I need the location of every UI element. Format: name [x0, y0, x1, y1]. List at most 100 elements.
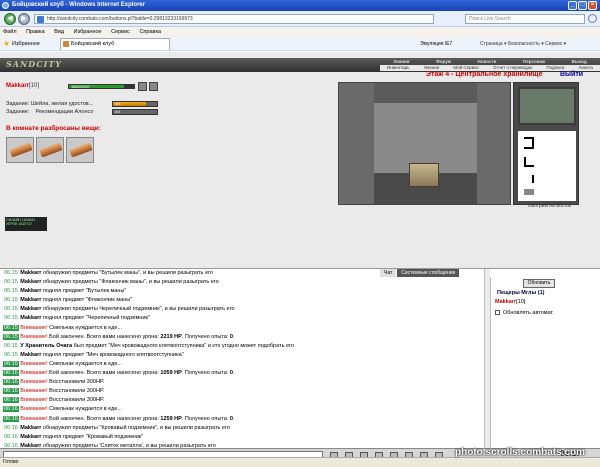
chat-time[interactable]: 06:15	[3, 343, 19, 349]
chat-line: 06:15 У Хранитель Очага был предмет "Меч…	[3, 342, 294, 349]
helmet-icon[interactable]	[149, 82, 158, 91]
chat-time[interactable]: 06:15	[3, 315, 19, 321]
chat-time[interactable]: 06:16	[3, 415, 19, 422]
chat-time[interactable]: 06:16	[3, 379, 19, 386]
chat-line: 06:16 Внимание! Смельчак нуждается в еде…	[3, 406, 122, 413]
chat-time[interactable]: 06:15	[3, 288, 19, 294]
menu-file[interactable]: Файл	[3, 29, 17, 35]
refresh-button[interactable]: Обновить	[523, 279, 555, 288]
chat-author[interactable]: Makkarr	[20, 352, 41, 358]
favorites-label: Избранное	[12, 41, 40, 47]
compass-panel[interactable]	[518, 87, 576, 125]
ingot-icon	[69, 142, 93, 158]
chat-author[interactable]: У Хранитель Очага	[20, 343, 72, 349]
armor-icon[interactable]	[138, 82, 147, 91]
menu-favorites[interactable]: Избранное	[74, 29, 102, 35]
favorites-bar: ★ Избранное Бойцовский клуб Эмуляция IE7 …	[0, 37, 600, 51]
task-1[interactable]: Задание: Шейла, желая удостов...	[6, 101, 93, 107]
browser-tab[interactable]: Бойцовский клуб	[60, 38, 170, 50]
chat-time[interactable]: 06:15	[3, 352, 19, 358]
tab-chat[interactable]: Чат	[380, 269, 397, 277]
nav-inventory[interactable]: Инвентарь	[387, 65, 409, 71]
ground-item[interactable]	[6, 137, 34, 163]
watermark: photo.scrolls.combats.com	[455, 447, 586, 458]
task-1-progress: 4/3	[112, 101, 158, 107]
chat-line: 06:15 Makkarr обнаружил предметы "Флакон…	[3, 279, 219, 286]
emulation-button[interactable]: Эмуляция IE7	[420, 39, 452, 49]
chat-time[interactable]: 06:15	[3, 324, 19, 331]
chat-line: 06:15 Makkarr обнаружил предметы Черепич…	[3, 306, 235, 313]
tab-system[interactable]: Системные сообщения	[397, 269, 460, 277]
search-input[interactable]: Поиск Live Search	[465, 14, 585, 24]
items-title: В комнате разбросаны вещи:	[6, 125, 101, 132]
chat-line: 06:16 Внимание! Восстановили 300HP.	[3, 388, 105, 395]
chat-author[interactable]: Makkarr	[20, 315, 41, 321]
task-2-progress: 0/1	[112, 109, 158, 115]
menu-edit[interactable]: Правка	[26, 29, 45, 35]
chat-author[interactable]: Makkarr	[20, 279, 41, 285]
chat-author[interactable]: Makkarr	[20, 434, 41, 440]
chat-warning: Внимание!	[20, 388, 48, 395]
url-field[interactable]: http://sandcity.combats.com/buttons.pl?b…	[34, 14, 434, 24]
chat-line: 06:15 Внимание! Бой закончен. Всего вами…	[3, 333, 235, 340]
chat-time[interactable]: 06:15	[3, 297, 19, 303]
forward-button[interactable]: ▶	[18, 13, 30, 25]
chat-line: 06:15 Makkarr поднял предмет "Меч кровож…	[3, 351, 184, 358]
hp-bar: 1882/2557	[68, 84, 125, 89]
status-bar: Готово	[0, 457, 600, 467]
favorites-button[interactable]: ★ Избранное	[3, 39, 40, 49]
chat-author[interactable]: Makkarr	[20, 297, 41, 303]
chat-time[interactable]: 06:15	[3, 306, 19, 312]
chat-time[interactable]: 06:16	[3, 370, 19, 377]
room-user[interactable]: Makkarr[10]	[495, 299, 525, 305]
command-bar[interactable]: Страница ▾ Безопасность ▾ Сервис ▾	[480, 39, 566, 49]
online-counter: ОНЛАЙН 1644611 ИГРОК 1510717	[5, 217, 47, 231]
room-panel: Обновить Пещеры Мглы (1) Makkarr[10] Обн…	[490, 277, 600, 449]
exit-link[interactable]: Выйти	[560, 71, 583, 78]
ingot-icon	[39, 142, 63, 158]
ground-item[interactable]	[36, 137, 64, 163]
character-name[interactable]: Makkarr[10]	[6, 83, 39, 89]
chat-warning: Внимание!	[20, 397, 48, 404]
close-button[interactable]: ×	[588, 1, 597, 10]
chat-warning: Внимание!	[20, 360, 48, 367]
chat-author[interactable]: Makkarr	[20, 288, 41, 294]
autorefresh-checkbox[interactable]: Обновлять автомат.	[495, 310, 554, 316]
menu-tools[interactable]: Сервис	[111, 29, 130, 35]
star-icon: ★	[3, 39, 11, 48]
chat-time[interactable]: 06:15	[3, 333, 19, 340]
chat-author[interactable]: Makkarr	[20, 425, 41, 431]
chat-time[interactable]: 06:16	[3, 406, 19, 413]
back-button[interactable]: ◀	[4, 13, 16, 25]
chat-time[interactable]: 06:15	[3, 279, 19, 285]
ground-item[interactable]	[66, 137, 94, 163]
search-icon[interactable]	[588, 14, 597, 23]
chat-tabs: Чат Системные сообщения	[380, 269, 460, 277]
chat-author[interactable]: Makkarr	[20, 270, 41, 276]
chat-line: 06:15 Makkarr поднял предмет "Черепичный…	[3, 315, 150, 322]
chat-warning: Внимание!	[20, 324, 48, 331]
menu-view[interactable]: Вид	[54, 29, 64, 35]
chat-time[interactable]: 06:16	[3, 388, 19, 395]
chat-author[interactable]: Makkarr	[20, 306, 41, 312]
chat-time[interactable]: 06:15	[3, 360, 19, 367]
chat-warning: Внимание!	[20, 370, 48, 377]
ie-logo-icon	[2, 2, 9, 9]
chat-time[interactable]: 06:16	[3, 434, 19, 440]
task-2[interactable]: Задание: Рекомендации Алонсо	[6, 109, 93, 115]
chat-time[interactable]: 06:16	[3, 425, 19, 431]
address-bar: ◀ ▶ http://sandcity.combats.com/buttons.…	[0, 11, 600, 27]
menu-bar: Файл Правка Вид Избранное Сервис Справка	[0, 27, 600, 37]
chat-time[interactable]: 06:16	[3, 397, 19, 404]
minimize-button[interactable]: _	[568, 1, 577, 10]
chat-time[interactable]: 06:15	[3, 270, 19, 276]
menu-help[interactable]: Справка	[139, 29, 161, 35]
dungeon-view[interactable]	[338, 82, 511, 205]
chest-object[interactable]	[409, 163, 439, 187]
maximize-button[interactable]: □	[578, 1, 587, 10]
chat-warning: Внимание!	[20, 415, 48, 422]
minimap	[513, 82, 579, 205]
chat-warning: Внимание!	[20, 379, 48, 386]
ingot-icon	[9, 142, 33, 158]
window-title: Бойцовский клуб - Windows Internet Explo…	[12, 2, 146, 8]
